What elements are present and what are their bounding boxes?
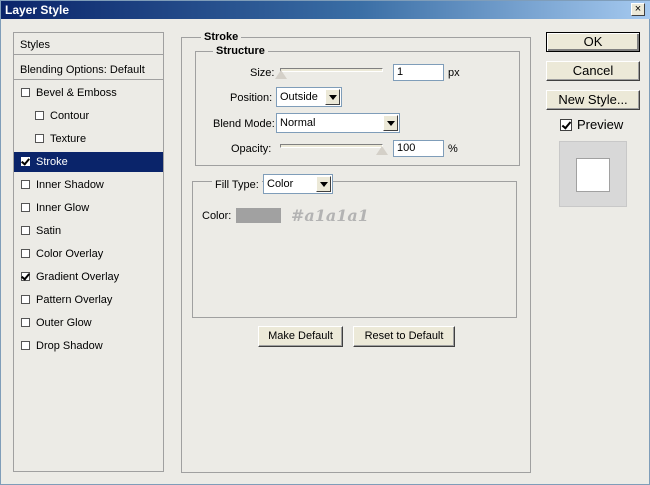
- checkbox[interactable]: [21, 203, 30, 212]
- color-label: Color:: [202, 210, 232, 222]
- sidebar-item-label: Contour: [50, 110, 90, 122]
- sidebar-item-outer-glow[interactable]: Outer Glow: [14, 313, 163, 333]
- sidebar-item-label: Pattern Overlay: [36, 294, 113, 306]
- checkbox[interactable]: [21, 272, 30, 281]
- opacity-label: Opacity:: [231, 143, 272, 155]
- style-preview-thumbnail: [559, 141, 627, 207]
- title-bar: Layer Style: [1, 1, 650, 19]
- position-value: Outside: [280, 91, 318, 103]
- sidebar-item-stroke[interactable]: Stroke: [14, 152, 163, 172]
- checkbox[interactable]: [35, 134, 44, 143]
- cancel-button[interactable]: Cancel: [546, 61, 640, 81]
- fill-group: [192, 181, 517, 318]
- opacity-slider[interactable]: [280, 144, 383, 148]
- size-unit: px: [448, 67, 460, 79]
- size-label: Size:: [250, 67, 275, 79]
- fill-type-label: Fill Type:: [212, 179, 262, 191]
- structure-group-title: Structure: [213, 45, 268, 57]
- chevron-down-icon: [383, 115, 398, 131]
- sidebar-item-label: Stroke: [36, 156, 68, 168]
- position-select[interactable]: Outside: [276, 87, 342, 107]
- close-icon[interactable]: ×: [631, 3, 645, 16]
- checkbox[interactable]: [21, 318, 30, 327]
- fill-type-value: Color: [267, 178, 294, 190]
- color-hex-annotation: #a1a1a1: [291, 206, 369, 225]
- blend-mode-label: Blend Mode:: [213, 118, 275, 130]
- sidebar-item-label: Inner Shadow: [36, 179, 104, 191]
- checkbox[interactable]: [21, 249, 30, 258]
- checkbox[interactable]: [21, 157, 30, 166]
- checkbox[interactable]: [21, 226, 30, 235]
- sidebar-item-label: Drop Shadow: [36, 340, 103, 352]
- sidebar-item-label: Satin: [36, 225, 62, 237]
- blending-options-item[interactable]: Blending Options: Default: [14, 60, 163, 80]
- sidebar-item-pattern-overlay[interactable]: Pattern Overlay: [14, 290, 163, 310]
- chevron-down-icon: [316, 176, 331, 192]
- new-style-button[interactable]: New Style...: [546, 90, 640, 110]
- blend-mode-select[interactable]: Normal: [276, 113, 400, 133]
- styles-header[interactable]: Styles: [14, 35, 163, 55]
- sidebar-item-color-overlay[interactable]: Color Overlay: [14, 244, 163, 264]
- reset-to-default-button[interactable]: Reset to Default: [353, 326, 455, 347]
- sidebar-item-contour[interactable]: Contour: [14, 106, 163, 126]
- size-slider-thumb[interactable]: [275, 70, 287, 79]
- checkbox[interactable]: [21, 341, 30, 350]
- sidebar-item-gradient-overlay[interactable]: Gradient Overlay: [14, 267, 163, 287]
- stroke-group-title: Stroke: [201, 31, 242, 43]
- layer-style-dialog: Layer Style × Styles Blending Options: D…: [0, 0, 650, 485]
- sidebar-item-label: Outer Glow: [36, 317, 92, 329]
- fill-type-select[interactable]: Color: [263, 174, 333, 194]
- sidebar-item-inner-shadow[interactable]: Inner Shadow: [14, 175, 163, 195]
- preview-checkbox[interactable]: [560, 119, 572, 131]
- sidebar-item-label: Bevel & Emboss: [36, 87, 117, 99]
- chevron-down-icon: [325, 89, 340, 105]
- sidebar-item-label: Inner Glow: [36, 202, 90, 214]
- checkbox[interactable]: [21, 180, 30, 189]
- opacity-slider-thumb[interactable]: [376, 146, 388, 155]
- preview-label: Preview: [577, 117, 624, 132]
- make-default-button[interactable]: Make Default: [258, 326, 343, 347]
- sidebar-item-label: Gradient Overlay: [36, 271, 120, 283]
- opacity-unit: %: [448, 143, 458, 155]
- sidebar-item-drop-shadow[interactable]: Drop Shadow: [14, 336, 163, 356]
- sidebar-item-label: Color Overlay: [36, 248, 104, 260]
- sidebar-item-label: Texture: [50, 133, 87, 145]
- sidebar-item-bevel-emboss[interactable]: Bevel & Emboss: [14, 83, 163, 103]
- checkbox[interactable]: [35, 111, 44, 120]
- opacity-input[interactable]: 100: [393, 140, 444, 157]
- checkbox[interactable]: [21, 295, 30, 304]
- preview-swatch: [576, 158, 610, 192]
- color-swatch[interactable]: [236, 208, 281, 223]
- blend-mode-value: Normal: [280, 117, 316, 129]
- position-label: Position:: [230, 92, 273, 104]
- size-input[interactable]: 1: [393, 64, 444, 81]
- styles-list: Styles Blending Options: Default Bevel &…: [13, 32, 164, 472]
- size-slider[interactable]: [280, 68, 383, 72]
- sidebar-item-inner-glow[interactable]: Inner Glow: [14, 198, 163, 218]
- ok-button[interactable]: OK: [546, 32, 640, 52]
- window-title: Layer Style: [5, 3, 70, 17]
- checkbox[interactable]: [21, 88, 30, 97]
- sidebar-item-texture[interactable]: Texture: [14, 129, 163, 149]
- sidebar-item-satin[interactable]: Satin: [14, 221, 163, 241]
